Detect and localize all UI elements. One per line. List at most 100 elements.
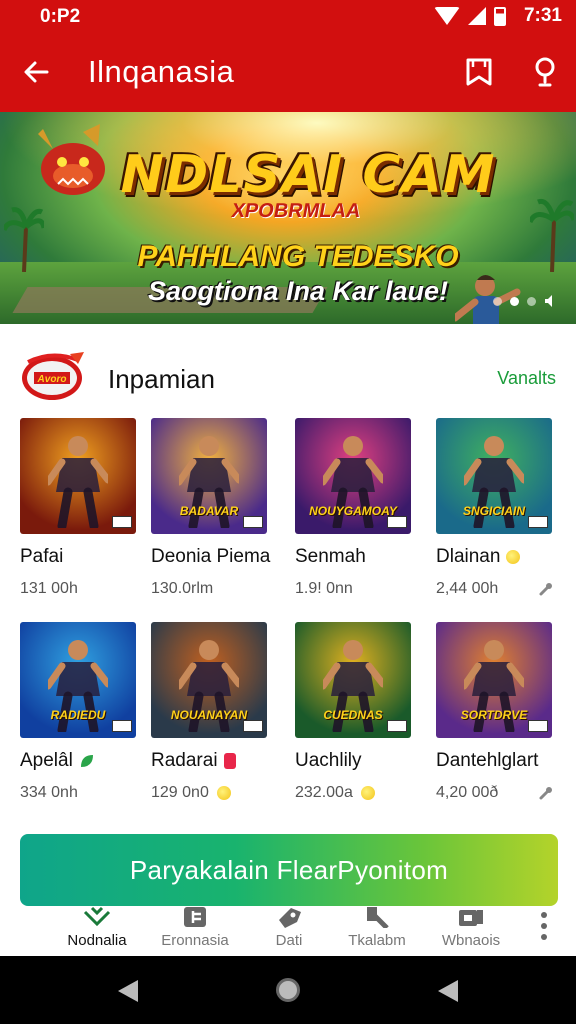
game-card[interactable]: RADIEDU Apelâl 334 0nh: [20, 622, 138, 802]
rating-badge-icon: [112, 516, 132, 528]
banner-tagline: Saogtiona Ina Kar laue!: [147, 276, 449, 306]
game-size-row: 129 0n0: [151, 784, 269, 802]
game-size: 1.9! 0nn: [295, 580, 353, 597]
game-size-row: 1.9! 0nn: [295, 580, 413, 598]
dot-icon: [541, 934, 547, 940]
battery-icon: [493, 6, 506, 26]
game-name-row: Uachlily: [295, 750, 413, 772]
system-recents-button[interactable]: [438, 980, 458, 1002]
game-size: 131 00h: [20, 580, 78, 597]
game-title: Dlainan: [436, 546, 501, 567]
game-thumbnail[interactable]: CUEDNAS: [295, 622, 411, 738]
wrench-icon[interactable]: [538, 785, 554, 801]
promo-banner[interactable]: NDLSAI CAM XPOBRMLAA PAHHLANG TEDESKO Sa…: [0, 112, 576, 324]
section-header: Avoro Inpamian Vanalts: [0, 340, 576, 410]
sound-icon[interactable]: [544, 294, 556, 308]
game-size: 232.00a: [295, 784, 353, 801]
leaf-icon: [80, 755, 93, 767]
tag-icon: [279, 908, 301, 928]
nav-label: Wbnaois: [441, 932, 501, 949]
game-size: 334 0nh: [20, 784, 78, 801]
rating-badge-icon: [528, 720, 548, 732]
game-name-row: Dantehlglart: [436, 750, 554, 772]
system-navigation-bar: [0, 956, 576, 1024]
game-title: Dantehlglart: [436, 750, 539, 771]
system-home-button[interactable]: [276, 978, 300, 1002]
carousel-indicator[interactable]: [493, 294, 556, 308]
game-size-row: 232.00a: [295, 784, 413, 802]
signal-icon: [467, 7, 486, 25]
game-thumbnail[interactable]: SNGICIAIN: [436, 418, 552, 534]
game-size-row: 2,44 00h: [436, 580, 554, 598]
rating-badge-icon: [387, 516, 407, 528]
status-bar: 0:P2 7:31: [0, 0, 576, 34]
carousel-dot[interactable]: [527, 296, 536, 306]
game-thumbnail[interactable]: RADIEDU: [20, 622, 136, 738]
status-clock: 7:31: [523, 5, 562, 26]
status-icons: 7:31: [433, 5, 562, 27]
rating-badge-icon: [243, 720, 263, 732]
game-card[interactable]: NOUYGAMOAY Senmah 1.9! 0nn: [295, 418, 413, 598]
banner-title: NDLSAI CAM: [120, 145, 496, 205]
dot-icon: [541, 923, 547, 929]
coin-icon: [216, 786, 231, 800]
game-card[interactable]: Pafai 131 00h: [20, 418, 138, 598]
nav-label: Nodnalia: [67, 932, 127, 949]
video-icon: [459, 910, 483, 926]
game-title: Deonia Piema: [151, 546, 271, 567]
banner-subtitle: PAHHLANG TEDESKO: [137, 240, 459, 273]
game-thumbnail[interactable]: [20, 418, 136, 534]
bottom-navigation: Nodnalia Eronnasia Dati Tkalabm Wbnaois: [0, 906, 576, 956]
coin-icon: [360, 786, 375, 800]
game-card[interactable]: BADAVAR Deonia Piema 130.0rlm: [151, 418, 271, 598]
banner-subtitle-small: XPOBRMLAA: [229, 200, 363, 222]
section-logo-icon: Avoro: [22, 352, 84, 400]
rating-badge-icon: [528, 516, 548, 528]
game-thumbnail[interactable]: NOUANAYAN: [151, 622, 267, 738]
game-title: Apelâl: [20, 750, 73, 771]
coin-icon: [506, 550, 521, 564]
game-card[interactable]: CUEDNAS Uachlily 232.00a: [295, 622, 413, 802]
help-button[interactable]: [528, 54, 562, 92]
carousel-dot[interactable]: [493, 296, 502, 306]
rating-badge-icon: [387, 720, 407, 732]
game-thumbnail[interactable]: BADAVAR: [151, 418, 267, 534]
system-back-button[interactable]: [118, 980, 138, 1002]
question-icon: [535, 57, 555, 87]
game-card[interactable]: SORTDRVE Dantehlglart 4,20 00ð: [436, 622, 554, 802]
app-bar: Ilnqanasia: [0, 34, 576, 112]
section-logo-text: Avoro: [37, 374, 67, 385]
nav-item-video[interactable]: Wbnaois: [416, 906, 526, 949]
game-title: Pafai: [20, 546, 64, 567]
badge-icon: [223, 753, 236, 769]
game-name-row: Senmah: [295, 546, 413, 568]
bookmark-button[interactable]: [462, 54, 496, 90]
more-options-button[interactable]: [536, 912, 552, 946]
game-hero-figure: [48, 436, 108, 528]
app-title: Ilnqanasia: [88, 54, 235, 89]
game-thumbnail[interactable]: NOUYGAMOAY: [295, 418, 411, 534]
game-name-row: Apelâl: [20, 750, 138, 772]
status-time: 0:P2: [40, 6, 81, 27]
game-size-row: 131 00h: [20, 580, 138, 598]
dot-icon: [541, 912, 547, 918]
back-button[interactable]: [18, 54, 54, 90]
game-thumbnail[interactable]: SORTDRVE: [436, 622, 552, 738]
game-name-row: Pafai: [20, 546, 138, 568]
tools-icon: [367, 907, 389, 928]
game-size: 4,20 00ð: [436, 784, 499, 801]
nav-item-home[interactable]: Nodnalia: [42, 906, 152, 949]
game-name-row: Radarai: [151, 750, 269, 772]
game-size-row: 4,20 00ð: [436, 784, 554, 802]
game-size-row: 334 0nh: [20, 784, 138, 802]
section-see-all-link[interactable]: Vanalts: [497, 368, 556, 389]
carousel-dot[interactable]: [510, 296, 519, 306]
cta-button[interactable]: Paryakalain FlearPyonitom: [20, 834, 558, 906]
wrench-icon[interactable]: [538, 581, 554, 597]
game-title: Senmah: [295, 546, 366, 567]
rating-badge-icon: [112, 720, 132, 732]
game-size: 129 0n0: [151, 784, 209, 801]
game-card[interactable]: SNGICIAIN Dlainan 2,44 00h: [436, 418, 554, 598]
game-card[interactable]: NOUANAYAN Radarai 129 0n0: [151, 622, 269, 802]
section-title: Inpamian: [108, 364, 215, 394]
